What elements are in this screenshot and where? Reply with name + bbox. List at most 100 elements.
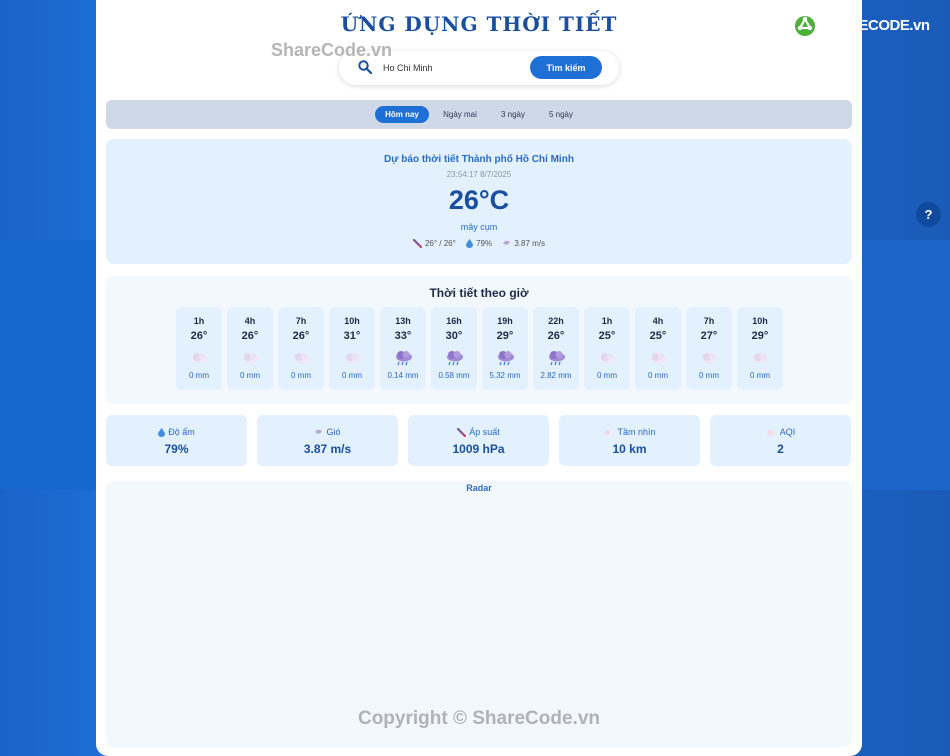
hour-rain: 0.14 mm	[387, 371, 419, 380]
hour-time: 13h	[395, 316, 411, 326]
tab-5-days[interactable]: 5 ngày	[540, 106, 582, 123]
current-description: mây cụm	[460, 222, 498, 232]
stat-aqi: AQI 2	[710, 415, 851, 466]
hour-time: 10h	[752, 316, 768, 326]
fog-icon	[603, 429, 614, 437]
current-temperature: 26°C	[448, 185, 510, 215]
current-stats: 26° / 26° 79% 3.87 m/s	[106, 239, 852, 249]
stat-value: 79%	[164, 442, 189, 456]
current-wind: 3.87 m/s	[514, 239, 546, 248]
hour-card: 4h 25° 0 mm	[635, 307, 681, 390]
hour-rain: 0 mm	[699, 371, 719, 380]
stat-value: 1009 hPa	[452, 442, 505, 456]
hour-rain: 0 mm	[648, 371, 668, 380]
stat-pressure: Áp suất 1009 hPa	[408, 415, 549, 466]
hour-temp: 26°	[292, 330, 310, 342]
hour-rain: 0 mm	[342, 371, 362, 380]
stat-label: Tầm nhìn	[617, 427, 656, 437]
hour-rain: 5.32 mm	[489, 371, 521, 380]
tab-today[interactable]: Hôm nay	[375, 106, 429, 123]
droplet-icon	[466, 239, 474, 249]
radar-title: Radar	[466, 483, 492, 493]
hour-time: 19h	[497, 316, 513, 326]
help-button[interactable]: ?	[916, 202, 941, 227]
hour-card: 7h 27° 0 mm	[686, 307, 732, 390]
watermark-top: ShareCode.vn	[271, 40, 393, 60]
cloud-icon	[240, 350, 260, 366]
hour-card: 16h 30° 0.58 mm	[431, 307, 477, 390]
app-title: ỨNG DỤNG THỜI TIẾT	[340, 12, 618, 36]
wind-icon	[503, 241, 511, 246]
stat-label: AQI	[779, 427, 796, 437]
hour-time: 22h	[548, 316, 564, 326]
stat-label: Áp suất	[469, 427, 500, 437]
air-icon	[766, 429, 777, 437]
current-humidity: 79%	[476, 239, 493, 248]
background-stripe-right	[862, 240, 950, 490]
hour-time: 1h	[601, 316, 613, 326]
app-container: ỨNG DỤNG THỜI TIẾT Tìm kiếm ShareCode.vn…	[96, 0, 862, 756]
current-weather-card: Dự báo thời tiết Thành phố Hồ Chí Minh 2…	[106, 139, 852, 264]
rain-cloud-icon	[495, 350, 515, 366]
hour-temp: 30°	[445, 330, 463, 342]
background-stripe-left	[0, 240, 96, 490]
hour-rain: 2.82 mm	[540, 371, 572, 380]
stat-label: Gió	[326, 427, 341, 437]
thermometer-icon	[412, 239, 422, 249]
hour-rain: 0 mm	[597, 371, 617, 380]
hour-card: 13h 33° 0.14 mm	[380, 307, 426, 390]
hour-card: 10h 29° 0 mm	[737, 307, 783, 390]
watermark-bottom: Copyright © ShareCode.vn	[357, 708, 601, 729]
hour-temp: 29°	[496, 330, 514, 342]
sharecode-logo: SHARECODE.vn	[792, 12, 942, 40]
hourly-forecast: Thời tiết theo giờ 1h 26° 0 mm 4h 26° 0 mm 7h 2…	[106, 276, 852, 404]
stat-value: 10 km	[612, 442, 647, 456]
forecast-tabs: Hôm nay Ngày mai 3 ngày 5 ngày	[106, 100, 852, 129]
current-title: Dự báo thời tiết Thành phố Hồ Chí Minh	[384, 154, 574, 165]
hour-temp: 33°	[394, 330, 412, 342]
hour-rain: 0 mm	[750, 371, 770, 380]
hour-card: 10h 31° 0 mm	[329, 307, 375, 390]
hour-temp: 25°	[649, 330, 667, 342]
hour-temp: 27°	[700, 330, 718, 342]
stat-label: Độ ẩm	[168, 427, 195, 437]
tab-tomorrow[interactable]: Ngày mai	[434, 106, 486, 123]
wind-icon	[315, 429, 323, 434]
logo-icon	[793, 14, 817, 38]
hour-time: 16h	[446, 316, 462, 326]
hour-rain: 0.58 mm	[438, 371, 470, 380]
hour-time: 4h	[652, 316, 664, 326]
stat-visibility: Tầm nhìn 10 km	[559, 415, 700, 466]
hour-temp: 29°	[751, 330, 769, 342]
hour-temp: 25°	[598, 330, 616, 342]
search-input[interactable]	[383, 60, 523, 76]
cloud-icon	[291, 350, 311, 366]
hour-time: 4h	[244, 316, 256, 326]
hour-temp: 26°	[241, 330, 259, 342]
hour-card: 4h 26° 0 mm	[227, 307, 273, 390]
hour-time: 1h	[193, 316, 205, 326]
cloud-icon	[342, 350, 362, 366]
cloud-icon	[648, 350, 668, 366]
cloud-icon	[189, 350, 209, 366]
hour-card: 1h 25° 0 mm	[584, 307, 630, 390]
hour-temp: 26°	[190, 330, 208, 342]
hour-rain: 0 mm	[291, 371, 311, 380]
hour-rain: 0 mm	[189, 371, 209, 380]
stat-humidity: Độ ẩm 79%	[106, 415, 247, 466]
hour-temp: 26°	[547, 330, 565, 342]
hour-temp: 31°	[343, 330, 361, 342]
hour-time: 7h	[295, 316, 307, 326]
cloud-icon	[750, 350, 770, 366]
stat-value: 3.87 m/s	[303, 442, 352, 456]
hour-time: 10h	[344, 316, 360, 326]
search-icon[interactable]	[358, 60, 372, 74]
hour-rain: 0 mm	[240, 371, 260, 380]
tab-3-days[interactable]: 3 ngày	[492, 106, 534, 123]
current-minmax: 26° / 26°	[424, 239, 456, 248]
stat-value: 2	[777, 442, 784, 456]
hour-card: 22h 26° 2.82 mm	[533, 307, 579, 390]
search-button[interactable]: Tìm kiếm	[530, 56, 602, 79]
current-datetime: 23:54:17 8/7/2025	[446, 170, 512, 179]
cloud-icon	[597, 350, 617, 366]
